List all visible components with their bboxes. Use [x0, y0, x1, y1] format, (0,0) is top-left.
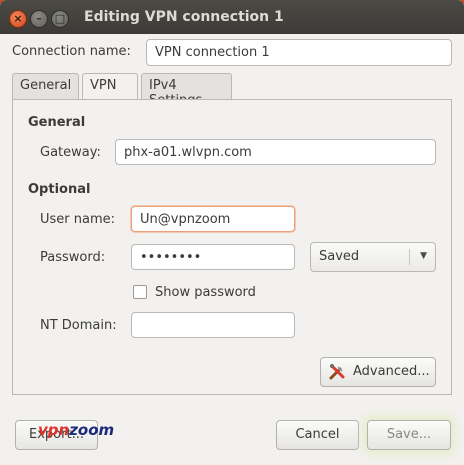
logo-prefix: vpn [38, 421, 70, 439]
nt-domain-input[interactable] [131, 312, 295, 338]
tab-vpn[interactable]: VPN [82, 73, 138, 100]
gateway-input[interactable] [115, 139, 436, 165]
password-label: Password: [40, 250, 106, 265]
advanced-button[interactable]: Advanced... [320, 357, 436, 387]
password-storage-select[interactable]: Saved ▼ [310, 242, 436, 272]
maximize-icon[interactable]: □ [51, 10, 69, 28]
dialog-window: × – □ Editing VPN connection 1 Connectio… [0, 0, 464, 465]
password-input[interactable] [131, 244, 295, 270]
window-title: Editing VPN connection 1 [84, 9, 284, 25]
general-heading: General [28, 115, 86, 130]
tab-general[interactable]: General [12, 73, 79, 99]
nt-domain-label: NT Domain: [40, 318, 117, 333]
show-password-label[interactable]: Show password [155, 285, 256, 300]
minimize-icon[interactable]: – [30, 10, 48, 28]
optional-heading: Optional [28, 182, 91, 197]
combo-separator [409, 249, 410, 265]
tools-icon [329, 364, 345, 380]
chevron-down-icon: ▼ [420, 251, 427, 261]
save-button[interactable]: Save... [367, 420, 451, 450]
advanced-button-label: Advanced... [353, 364, 430, 379]
connection-name-input[interactable] [146, 39, 452, 66]
gateway-label: Gateway: [40, 145, 101, 160]
logo-suffix: zoom [69, 421, 115, 439]
vpnzoom-logo: vpnzoom [38, 421, 114, 439]
show-password-checkbox[interactable] [133, 285, 147, 299]
cancel-button[interactable]: Cancel [276, 420, 359, 450]
username-input[interactable] [131, 206, 295, 232]
tab-ipv4-settings[interactable]: IPv4 Settings [141, 73, 232, 108]
close-icon[interactable]: × [9, 10, 27, 28]
password-storage-value: Saved [319, 249, 360, 264]
title-bar[interactable]: × – □ Editing VPN connection 1 [0, 0, 464, 34]
username-label: User name: [40, 212, 116, 227]
connection-name-label: Connection name: [12, 44, 131, 59]
